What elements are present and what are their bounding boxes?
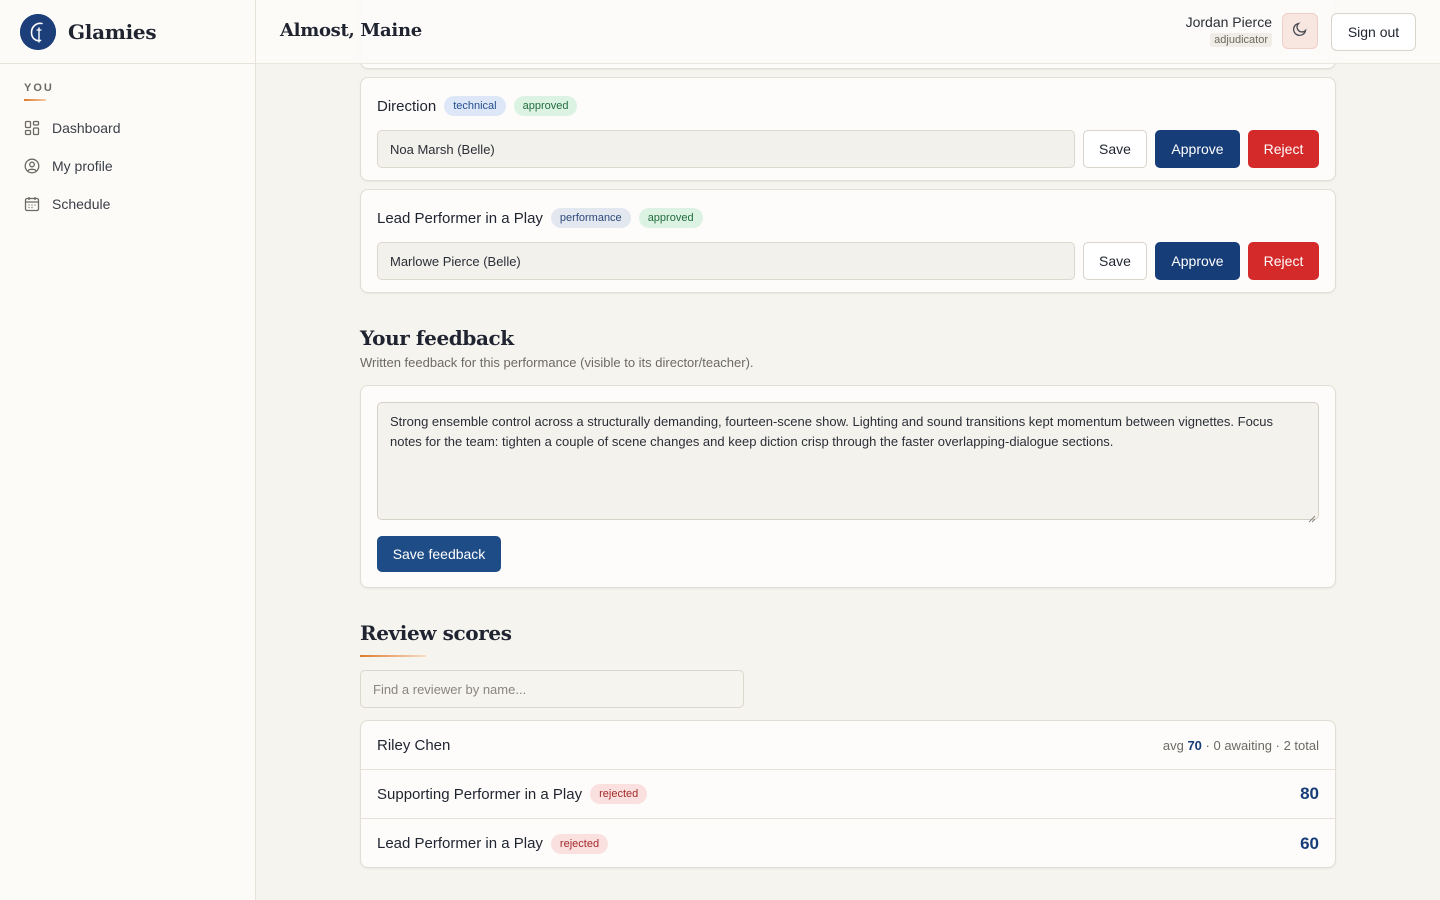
- avg-score: 70: [1187, 737, 1202, 753]
- award-title: Lead Performer in a Play: [377, 209, 543, 227]
- nav-section-you: YOU Dashboard My profile Schedule: [0, 64, 255, 223]
- reviewer-summary: avg 70 · 0 awaiting · 2 total: [1163, 738, 1319, 753]
- reviewer-search-input[interactable]: Find a reviewer by name...: [360, 670, 744, 708]
- score-category: Supporting Performer in a Play: [377, 785, 583, 803]
- sidebar-item-my-profile[interactable]: My profile: [24, 147, 231, 185]
- award-card: Lead Performer in a Play performance app…: [360, 189, 1336, 293]
- avg-label: avg: [1162, 737, 1184, 753]
- brand[interactable]: Glamies: [0, 0, 255, 64]
- calendar-icon: [24, 196, 40, 212]
- status-badge: rejected: [550, 833, 609, 854]
- status-badge: approved: [638, 208, 703, 228]
- nav-heading: YOU: [24, 82, 54, 94]
- feedback-section-subtitle: Written feedback for this performance (v…: [360, 355, 754, 370]
- status-badge: approved: [513, 96, 578, 116]
- save-feedback-button[interactable]: Save feedback: [377, 536, 501, 572]
- reviewer-counts: · 0 awaiting · 2 total: [1205, 737, 1319, 753]
- award-card: Direction technical approved Noa Marsh (…: [360, 77, 1336, 181]
- category-badge: performance: [550, 208, 631, 228]
- reviewer-scores-card: Riley Chen avg 70 · 0 awaiting · 2 total…: [360, 720, 1336, 868]
- page-title: Almost, Maine: [280, 20, 422, 41]
- top-bar: Almost, Maine Jordan Pierce adjudicator …: [256, 0, 1440, 64]
- brand-logo-icon: [20, 13, 56, 50]
- sidebar-item-label: My profile: [52, 158, 113, 174]
- feedback-card: Strong ensemble control across a structu…: [360, 385, 1336, 588]
- user-info: Jordan Pierce adjudicator: [1186, 14, 1272, 48]
- nav-heading-underline: [24, 99, 46, 101]
- score-category: Lead Performer in a Play: [377, 835, 543, 852]
- resize-grip-icon[interactable]: [1308, 509, 1316, 523]
- sidebar: Glamies YOU Dashboard My profile Schedul…: [0, 0, 256, 900]
- category-badge: technical: [444, 96, 506, 116]
- user-role-badge: adjudicator: [1210, 33, 1272, 47]
- sidebar-item-label: Dashboard: [52, 120, 121, 136]
- reviewer-name: Riley Chen: [377, 736, 451, 754]
- feedback-textarea[interactable]: Strong ensemble control across a structu…: [377, 402, 1319, 523]
- score-value: 60: [1300, 833, 1319, 853]
- reviewer-header[interactable]: Riley Chen avg 70 · 0 awaiting · 2 total: [361, 721, 1335, 770]
- user-name: Jordan Pierce: [1185, 14, 1272, 30]
- approve-button[interactable]: Approve: [1155, 130, 1240, 168]
- approve-button[interactable]: Approve: [1155, 242, 1240, 280]
- sign-out-button[interactable]: Sign out: [1331, 13, 1416, 51]
- section-title-underline: [360, 655, 426, 657]
- grid-icon: [24, 120, 40, 136]
- reject-button[interactable]: Reject: [1248, 242, 1319, 280]
- review-scores-title: Review scores: [360, 621, 512, 645]
- brand-name: Glamies: [68, 19, 157, 44]
- save-button[interactable]: Save: [1083, 130, 1147, 168]
- feedback-section-title: Your feedback: [360, 326, 514, 350]
- sidebar-item-label: Schedule: [52, 196, 111, 212]
- moon-icon: [1292, 21, 1308, 42]
- reject-button[interactable]: Reject: [1248, 130, 1319, 168]
- award-title: Direction: [377, 97, 437, 115]
- nominee-input[interactable]: Marlowe Pierce (Belle): [377, 242, 1075, 280]
- sidebar-item-dashboard[interactable]: Dashboard: [24, 109, 231, 147]
- table-row[interactable]: Lead Performer in a Play rejected 60: [361, 819, 1335, 867]
- theme-toggle-button[interactable]: [1282, 13, 1318, 49]
- save-button[interactable]: Save: [1083, 242, 1147, 280]
- status-badge: rejected: [590, 784, 648, 804]
- feedback-text: Strong ensemble control across a structu…: [390, 414, 1274, 449]
- sidebar-item-schedule[interactable]: Schedule: [24, 185, 231, 223]
- nominee-input[interactable]: Noa Marsh (Belle): [377, 130, 1075, 168]
- table-row[interactable]: Supporting Performer in a Play rejected …: [361, 770, 1335, 819]
- user-circle-icon: [24, 158, 40, 174]
- score-value: 80: [1300, 784, 1319, 803]
